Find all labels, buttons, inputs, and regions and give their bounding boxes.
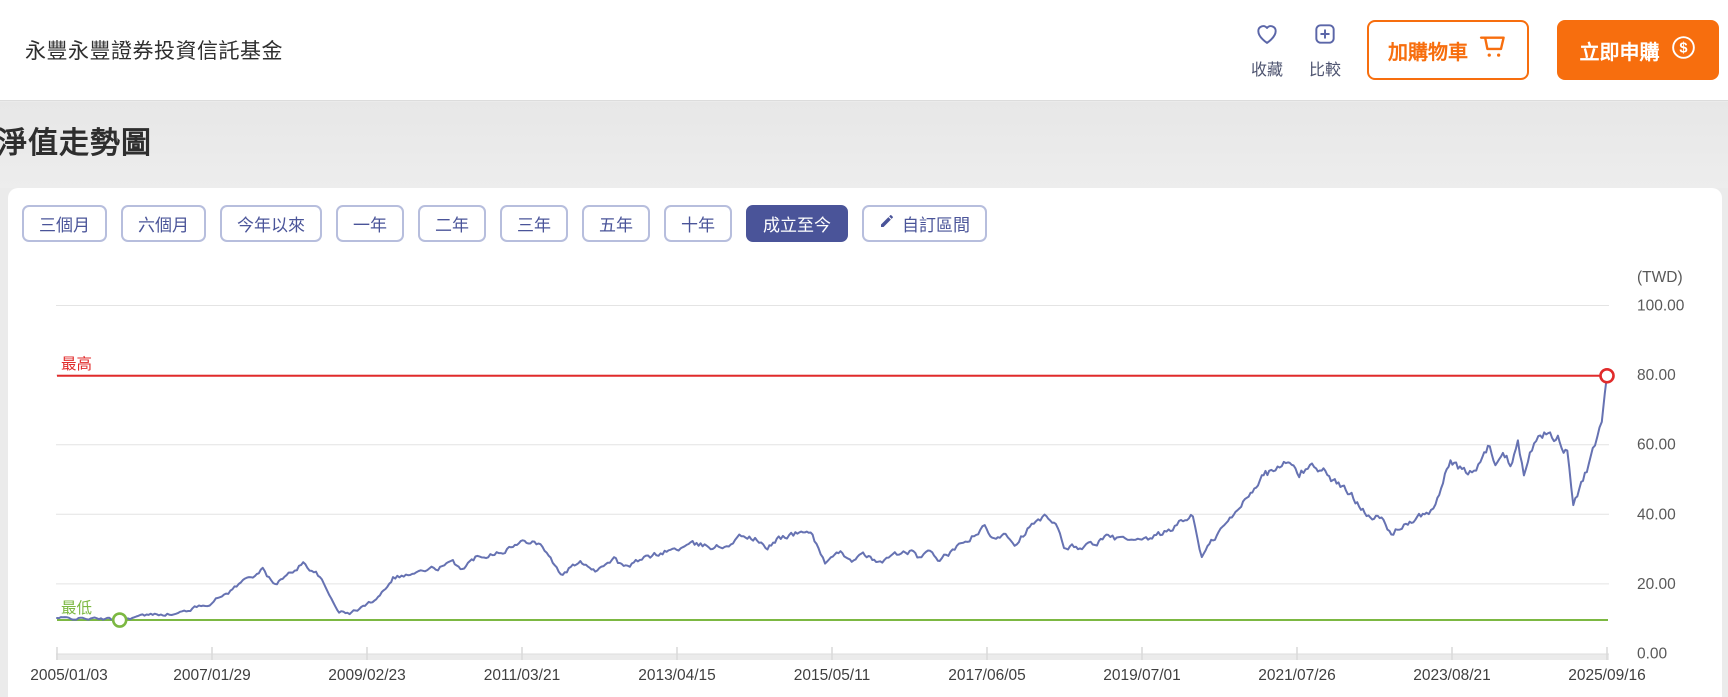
period-3m-button[interactable]: 三個月 — [22, 205, 107, 242]
period-custom-range-button[interactable]: 自訂區間 — [862, 205, 987, 242]
subscribe-now-button[interactable]: 立即申購 $ — [1557, 20, 1719, 80]
period-2y-button[interactable]: 二年 — [418, 205, 486, 242]
nav-chart-card: 三個月 六個月 今年以來 一年 二年 三年 五年 十年 成立至今 自訂區間 — [8, 188, 1722, 697]
favorite-label: 收藏 — [1250, 61, 1283, 79]
header: 永豐永豐證券投資信託基金 收藏 比較 加購物車 立即申購 $ — [0, 0, 1728, 101]
section-title: 淨值走勢圖 — [0, 127, 152, 160]
period-3y-button[interactable]: 三年 — [500, 205, 568, 242]
plus-square-icon — [1312, 21, 1338, 52]
section-band: 淨值走勢圖 — [0, 102, 1728, 188]
period-1y-button[interactable]: 一年 — [336, 205, 404, 242]
compare-label: 比較 — [1308, 61, 1341, 79]
cart-icon — [1478, 32, 1508, 68]
add-to-cart-button[interactable]: 加購物車 — [1367, 20, 1529, 80]
favorite-button[interactable]: 收藏 — [1251, 21, 1283, 80]
fund-title: 永豐永豐證券投資信託基金 — [25, 40, 283, 63]
period-custom-range-label: 自訂區間 — [902, 216, 970, 235]
period-10y-button[interactable]: 十年 — [664, 205, 732, 242]
dollar-circle-icon: $ — [1670, 34, 1697, 67]
header-actions: 收藏 比較 加購物車 立即申購 $ — [1251, 0, 1719, 100]
pencil-icon — [879, 213, 895, 234]
subscribe-now-label: 立即申購 — [1579, 41, 1660, 64]
period-ytd-button[interactable]: 今年以來 — [220, 205, 322, 242]
compare-button[interactable]: 比較 — [1309, 21, 1341, 80]
period-selector: 三個月 六個月 今年以來 一年 二年 三年 五年 十年 成立至今 自訂區間 — [22, 205, 987, 242]
heart-icon — [1254, 21, 1280, 52]
period-since-inception-button[interactable]: 成立至今 — [746, 205, 848, 242]
period-6m-button[interactable]: 六個月 — [121, 205, 206, 242]
add-to-cart-label: 加購物車 — [1388, 41, 1468, 64]
period-5y-button[interactable]: 五年 — [582, 205, 650, 242]
svg-text:$: $ — [1679, 40, 1687, 56]
